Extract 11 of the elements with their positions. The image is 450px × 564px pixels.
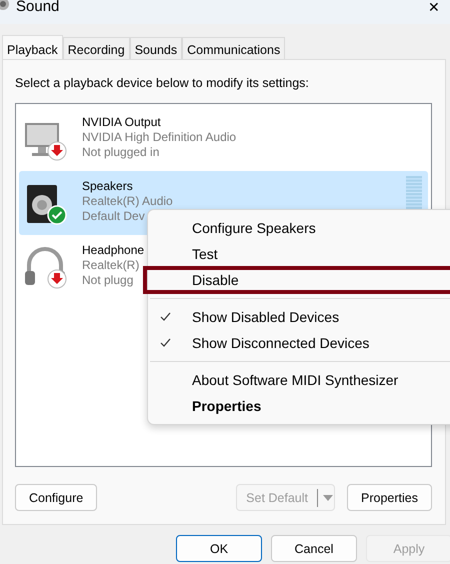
device-status: Default Dev — [82, 209, 146, 223]
device-status: Not plugg — [82, 273, 134, 287]
device-name: Headphone — [82, 243, 144, 257]
device-driver: NVIDIA High Definition Audio — [82, 130, 236, 144]
device-status: Not plugged in — [82, 145, 160, 159]
device-name: NVIDIA Output — [82, 115, 162, 129]
window-title: Sound — [16, 0, 60, 14]
device-driver: Realtek(R) Audio — [82, 194, 173, 208]
instruction-text: Select a playback device below to modify its settings: — [15, 76, 310, 90]
device-name: Speakers — [82, 179, 134, 193]
device-driver: Realtek(R) — [82, 258, 140, 272]
